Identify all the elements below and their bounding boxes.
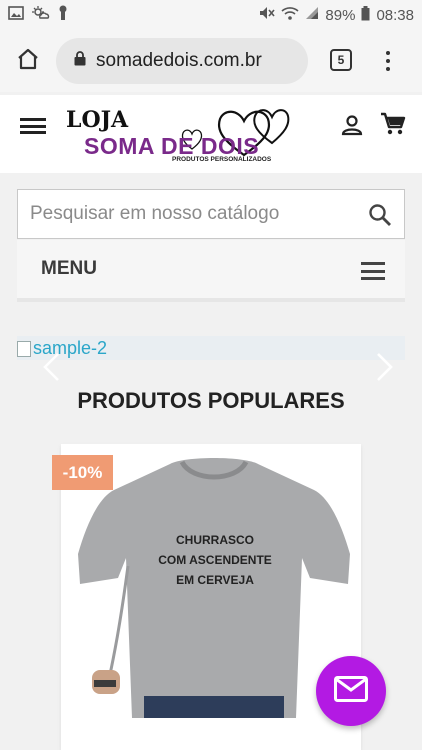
url-text: somadedois.com.br bbox=[96, 50, 262, 71]
shirt-text-line: EM CERVEJA bbox=[176, 573, 254, 587]
menu-line bbox=[361, 277, 385, 280]
shirt-text-line: COM ASCENDENTE bbox=[158, 553, 272, 567]
search-box bbox=[17, 189, 405, 239]
user-icon bbox=[340, 115, 364, 141]
site-logo[interactable]: LOJA SOMA DE DOIS PRODUTOS PERSONALIZADO… bbox=[64, 103, 290, 167]
hamburger-line bbox=[20, 118, 46, 121]
hamburger-menu-button[interactable] bbox=[20, 115, 46, 137]
account-button[interactable] bbox=[340, 113, 364, 142]
lock-icon bbox=[74, 50, 86, 72]
more-options-button[interactable] bbox=[378, 44, 398, 78]
mail-icon bbox=[334, 675, 368, 707]
weather-notification-icon bbox=[32, 6, 50, 24]
search-icon[interactable] bbox=[368, 203, 392, 232]
section-title: PRODUTOS POPULARES bbox=[77, 388, 345, 413]
site-header: LOJA SOMA DE DOIS PRODUTOS PERSONALIZADO… bbox=[0, 95, 422, 173]
cart-button[interactable] bbox=[380, 111, 406, 142]
dot bbox=[386, 67, 390, 71]
home-button[interactable] bbox=[0, 30, 56, 92]
mute-icon bbox=[259, 6, 276, 24]
chevron-right-icon bbox=[372, 353, 396, 386]
address-bar[interactable]: somadedois.com.br bbox=[56, 38, 308, 84]
gallery-notification-icon bbox=[8, 6, 24, 24]
image-carousel[interactable]: sample-2 bbox=[17, 336, 405, 360]
menu-line bbox=[361, 262, 385, 265]
logo-loja-text: LOJA bbox=[66, 107, 129, 133]
hamburger-line bbox=[20, 131, 46, 134]
battery-icon bbox=[361, 5, 370, 25]
contact-fab-button[interactable] bbox=[316, 656, 386, 726]
logo-tagline: PRODUTOS PERSONALIZADOS bbox=[172, 156, 272, 163]
dot bbox=[386, 59, 390, 63]
chevron-left-icon bbox=[40, 353, 64, 386]
tab-switcher-button[interactable]: 5 bbox=[330, 49, 352, 71]
battery-percentage: 89% bbox=[325, 6, 356, 24]
browser-toolbar: somadedois.com.br 5 bbox=[0, 30, 422, 92]
carousel-prev-button[interactable] bbox=[40, 352, 64, 382]
shirt-print-text: CHURRASCO COM ASCENDENTE EM CERVEJA bbox=[150, 530, 280, 590]
signal-icon bbox=[305, 6, 319, 24]
shopping-cart-icon bbox=[380, 112, 406, 141]
hamburger-line bbox=[20, 124, 46, 128]
status-bar: 89% 08:38 bbox=[0, 0, 422, 30]
menu-line bbox=[361, 269, 385, 273]
wifi-icon bbox=[281, 6, 299, 24]
main-menu-bar[interactable]: MENU bbox=[17, 240, 405, 302]
clock: 08:38 bbox=[376, 6, 414, 24]
carousel-next-button[interactable] bbox=[372, 352, 396, 382]
keyhole-notification-icon bbox=[58, 5, 68, 25]
menu-toggle-icon[interactable] bbox=[361, 262, 385, 280]
home-icon bbox=[16, 47, 40, 76]
broken-image-icon bbox=[17, 340, 31, 357]
menu-label: MENU bbox=[41, 258, 97, 279]
shirt-text-line: CHURRASCO bbox=[176, 533, 254, 547]
dot bbox=[386, 51, 390, 55]
discount-badge: -10% bbox=[52, 455, 113, 490]
search-input[interactable] bbox=[18, 190, 348, 238]
